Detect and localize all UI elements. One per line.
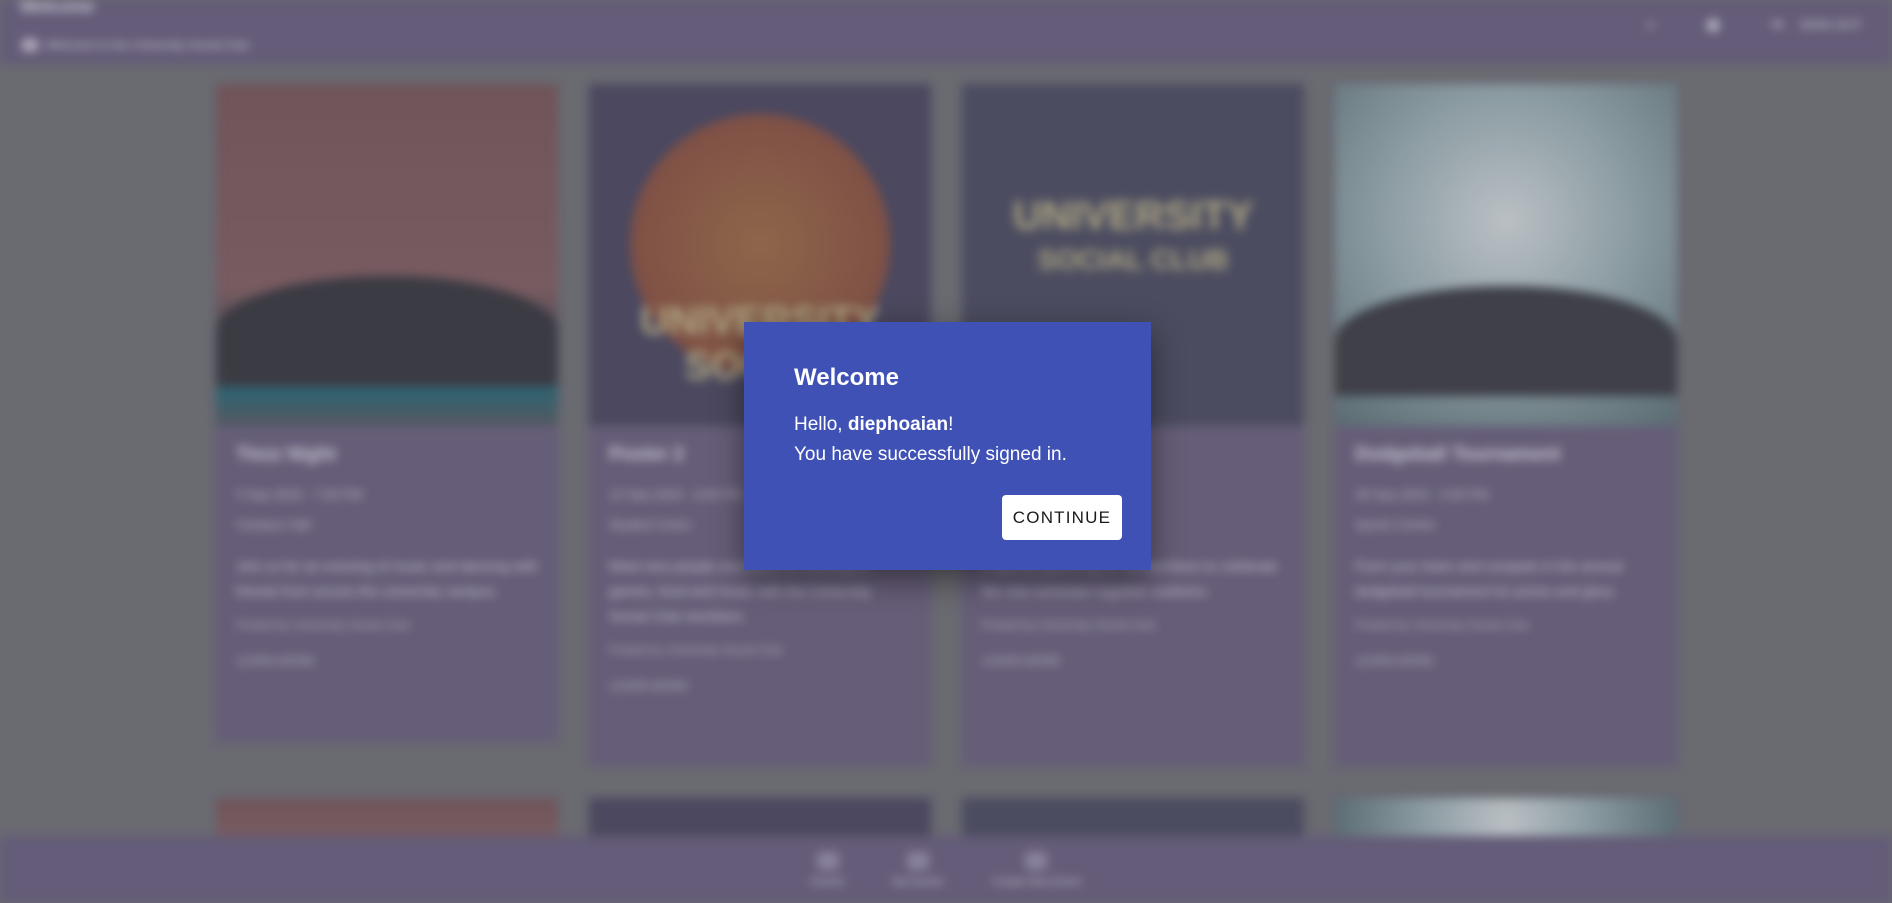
- dialog-greeting: Hello, diephoaian!: [794, 410, 1121, 440]
- welcome-dialog: Welcome Hello, diephoaian! You have succ…: [744, 322, 1151, 570]
- dialog-title: Welcome: [794, 364, 899, 391]
- username: diephoaian: [847, 414, 949, 435]
- greeting-suffix: !: [948, 414, 954, 435]
- greeting-prefix: Hello,: [794, 414, 848, 435]
- continue-button[interactable]: CONTINUE: [1002, 495, 1122, 540]
- dialog-message: You have successfully signed in.: [794, 444, 1067, 465]
